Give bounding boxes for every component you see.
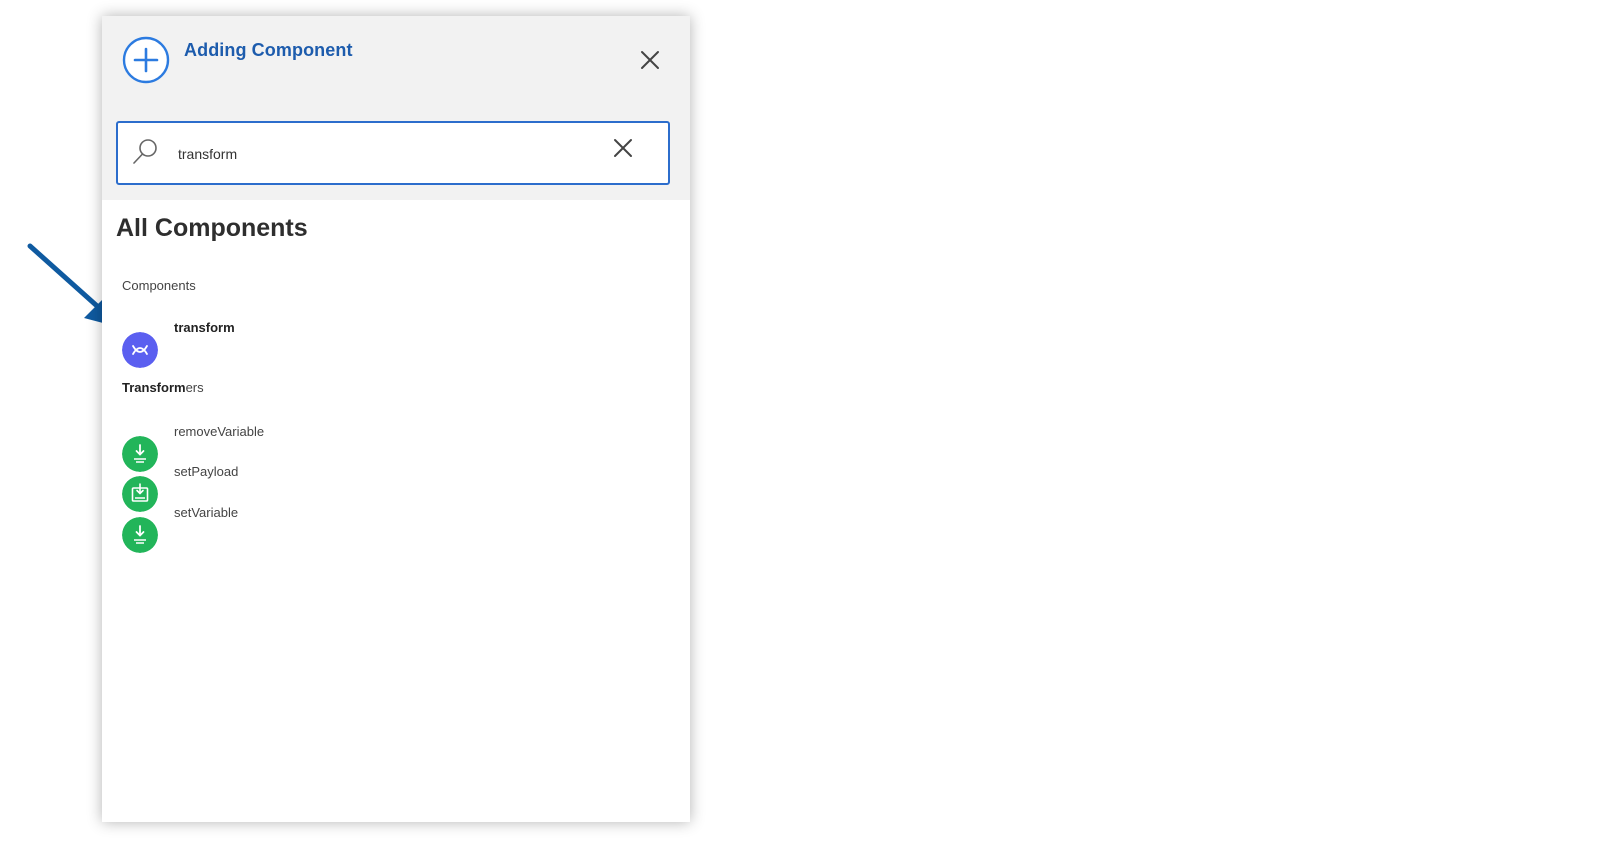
group-label-transformers: Transformers <box>122 380 204 395</box>
component-label: transform <box>174 320 235 335</box>
clear-search-icon[interactable] <box>612 137 634 159</box>
component-label: setPayload <box>174 464 239 479</box>
close-icon[interactable] <box>638 48 662 72</box>
variable-icon <box>122 517 158 553</box>
group-label-components: Components <box>122 278 196 293</box>
adding-component-panel: Adding Component All Components Componen… <box>102 16 690 822</box>
screenshot-stage: Adding Component All Components Componen… <box>0 0 1614 846</box>
component-item-setvariable[interactable]: setVariable <box>122 505 662 553</box>
component-item-transform[interactable]: transform <box>122 320 662 368</box>
plus-circle-icon <box>122 36 170 84</box>
component-item-setpayload[interactable]: setPayload <box>122 464 662 512</box>
search-box <box>116 121 670 185</box>
component-item-removevariable[interactable]: removeVariable <box>122 424 662 472</box>
search-input[interactable] <box>176 137 580 171</box>
component-label: removeVariable <box>174 424 265 439</box>
section-heading: All Components <box>116 214 308 242</box>
group-label-match: Transform <box>122 380 186 395</box>
panel-title: Adding Component <box>184 40 353 60</box>
group-label-rest: ers <box>185 380 204 395</box>
component-label: setVariable <box>174 505 239 520</box>
panel-header: Adding Component <box>102 16 690 200</box>
transform-icon <box>122 332 158 368</box>
search-icon <box>133 139 157 164</box>
